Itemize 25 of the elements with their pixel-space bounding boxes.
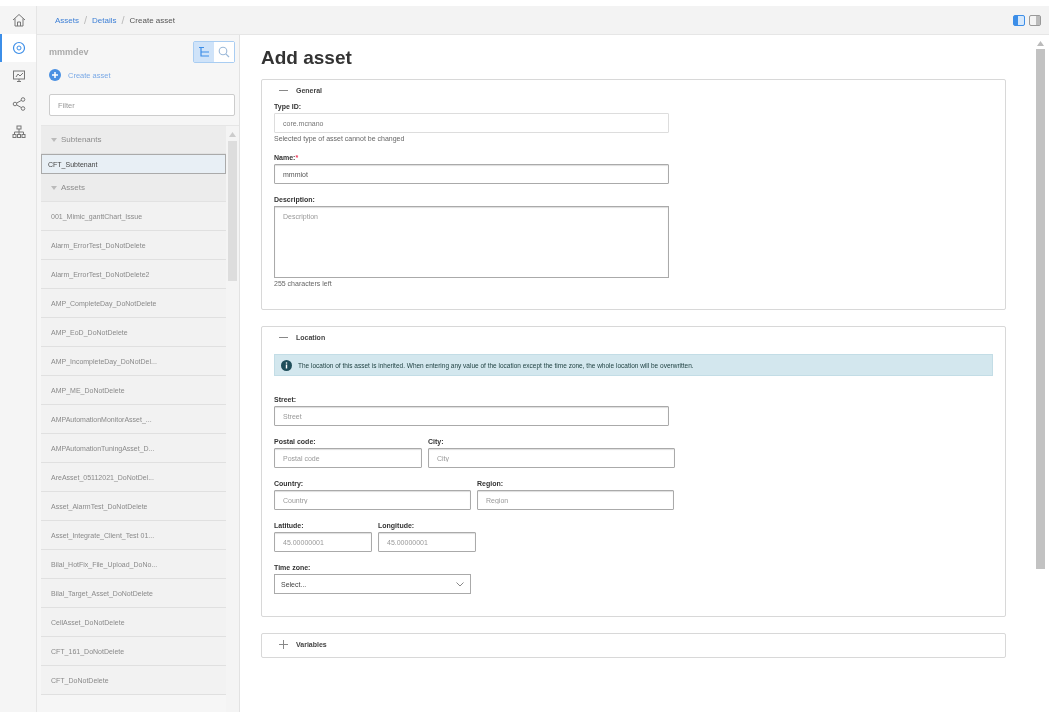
page-title: Add asset xyxy=(261,47,353,69)
scrollbar-thumb[interactable] xyxy=(1035,49,1045,569)
plus-circle-icon xyxy=(49,69,61,81)
info-icon xyxy=(281,359,292,371)
chevron-down-icon xyxy=(456,581,464,587)
tenant-name: mmmdev xyxy=(49,47,89,57)
tree-group-header[interactable]: Assets xyxy=(41,174,226,202)
search-icon xyxy=(218,46,230,58)
tree-icon xyxy=(198,46,210,58)
scroll-up-icon[interactable] xyxy=(1036,41,1044,46)
breadcrumb-separator: / xyxy=(121,14,125,26)
left-panel-icon[interactable] xyxy=(1013,14,1025,26)
caret-icon xyxy=(51,184,57,191)
asset-icon[interactable] xyxy=(0,34,36,62)
scroll-up-icon[interactable] xyxy=(229,132,236,137)
breadcrumb-link[interactable]: Assets xyxy=(55,15,79,25)
breadcrumb-current: Create asset xyxy=(129,15,175,25)
caret-icon xyxy=(51,136,57,143)
search-button[interactable] xyxy=(214,42,234,62)
right-panel-icon[interactable] xyxy=(1029,14,1041,26)
plus-icon xyxy=(279,640,288,649)
tree-group-header[interactable]: Subtenants xyxy=(41,126,226,154)
tree-view-button[interactable] xyxy=(194,42,214,62)
breadcrumb-separator: / xyxy=(84,14,88,26)
breadcrumb-link[interactable]: Details xyxy=(92,15,117,25)
